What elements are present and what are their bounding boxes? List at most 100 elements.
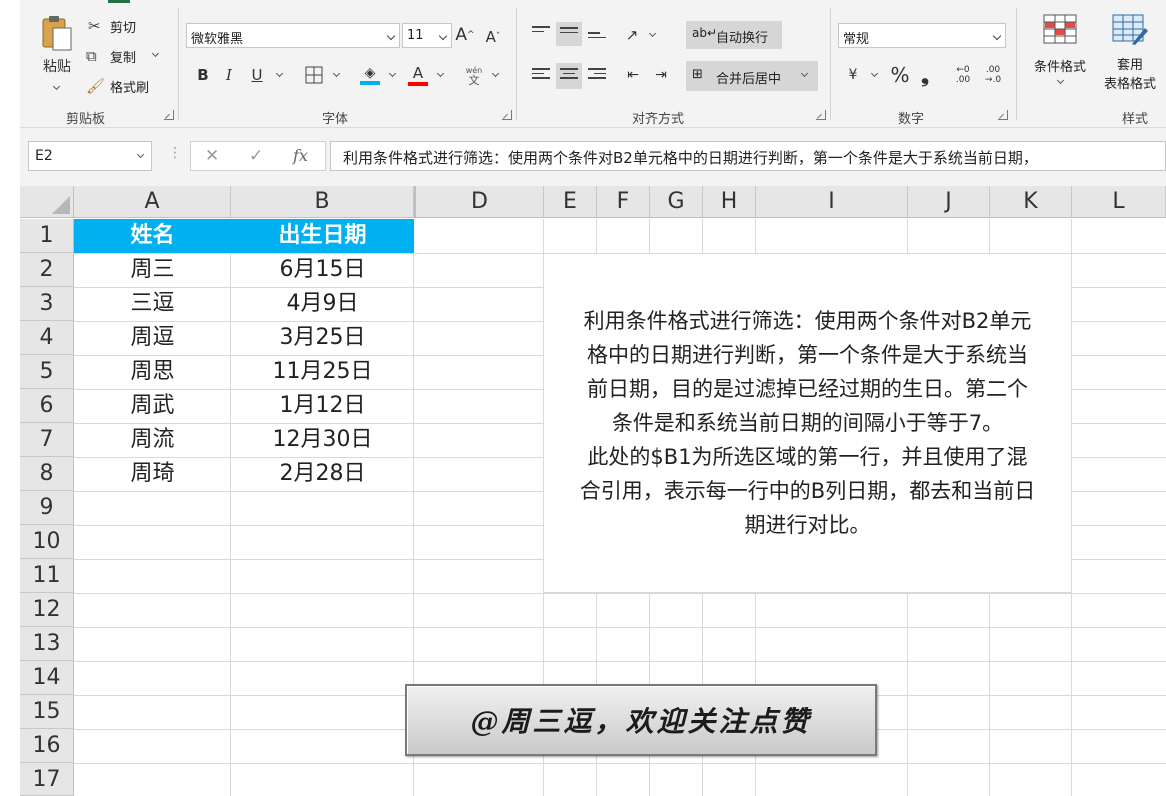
- row-header-16[interactable]: 16: [20, 729, 74, 763]
- decrease-indent-button[interactable]: ⇤: [622, 64, 644, 86]
- format-as-table-button[interactable]: 套用 表格格式: [1090, 14, 1166, 94]
- cell-B8[interactable]: 2月28日: [231, 457, 414, 491]
- font-color-dropdown-icon[interactable]: [436, 69, 445, 78]
- row-header-3[interactable]: 3: [20, 287, 74, 321]
- column-header-B[interactable]: B: [231, 186, 414, 218]
- row-header-17[interactable]: 17: [20, 763, 74, 796]
- copy-button[interactable]: ⧉ 复制: [86, 46, 160, 66]
- align-right-icon[interactable]: [588, 68, 606, 82]
- cell-A7[interactable]: 周流: [74, 423, 231, 457]
- cell-B2[interactable]: 6月15日: [231, 253, 414, 287]
- align-middle-icon[interactable]: [556, 22, 582, 46]
- row-header-11[interactable]: 11: [20, 559, 74, 593]
- column-header-I[interactable]: I: [756, 186, 908, 218]
- underline-dropdown-icon[interactable]: [275, 69, 284, 78]
- format-painter-button[interactable]: 🖌 格式刷: [86, 76, 149, 96]
- bold-button[interactable]: B: [192, 64, 214, 86]
- cell-B4[interactable]: 3月25日: [231, 321, 414, 355]
- font-color-button[interactable]: A: [406, 62, 430, 88]
- currency-button[interactable]: ¥: [840, 64, 866, 86]
- row-header-14[interactable]: 14: [20, 661, 74, 695]
- row-header-12[interactable]: 12: [20, 593, 74, 627]
- increase-indent-button[interactable]: ⇥: [650, 64, 672, 86]
- wrap-text-button[interactable]: ab↵ 自动换行: [686, 21, 782, 49]
- merge-dropdown-icon[interactable]: [800, 69, 809, 78]
- column-header-L[interactable]: L: [1072, 186, 1166, 218]
- grow-font-button[interactable]: A ^: [454, 24, 476, 46]
- font-name-select[interactable]: 微软雅黑: [186, 23, 400, 48]
- cell-B7[interactable]: 12月30日: [231, 423, 414, 457]
- phonetic-dropdown-icon[interactable]: [491, 69, 500, 78]
- formula-input[interactable]: 利用条件格式进行筛选：使用两个条件对B2单元格中的日期进行判断，第一个条件是大于…: [330, 141, 1166, 171]
- row-header-7[interactable]: 7: [20, 423, 74, 457]
- cell-A1[interactable]: 姓名: [74, 219, 231, 253]
- cell-B3[interactable]: 4月9日: [231, 287, 414, 321]
- comma-button[interactable]: ❟: [916, 62, 934, 88]
- fill-color-button[interactable]: ◈: [358, 62, 382, 88]
- number-launcher-icon[interactable]: [998, 110, 1008, 120]
- align-top-icon[interactable]: [532, 26, 550, 40]
- fx-icon[interactable]: fx: [293, 146, 308, 165]
- align-center-icon[interactable]: [556, 63, 582, 89]
- name-box[interactable]: E2: [28, 141, 152, 171]
- row-header-9[interactable]: 9: [20, 491, 74, 525]
- row-header-6[interactable]: 6: [20, 389, 74, 423]
- increase-decimal-button[interactable]: ←0 .00: [950, 62, 976, 88]
- number-format-select[interactable]: 常规: [838, 23, 1006, 48]
- column-header-E[interactable]: E: [544, 186, 597, 218]
- cell-A5[interactable]: 周思: [74, 355, 231, 389]
- shrink-font-button[interactable]: Aˇ: [482, 26, 504, 48]
- orientation-dropdown-icon[interactable]: [648, 29, 657, 38]
- border-dropdown-icon[interactable]: [332, 69, 341, 78]
- row-header-1[interactable]: 1: [20, 219, 74, 253]
- cell-B5[interactable]: 11月25日: [231, 355, 414, 389]
- conditional-format-button[interactable]: 条件格式: [1024, 14, 1096, 94]
- font-size-select[interactable]: 11: [402, 23, 452, 48]
- column-header-F[interactable]: F: [597, 186, 650, 218]
- column-header-A[interactable]: A: [74, 186, 231, 218]
- percent-button[interactable]: %: [888, 62, 912, 88]
- phonetic-button[interactable]: wén 文: [462, 64, 486, 88]
- column-header-K[interactable]: K: [990, 186, 1072, 218]
- cell-A4[interactable]: 周逗: [74, 321, 231, 355]
- currency-dropdown-icon[interactable]: [870, 69, 879, 78]
- watermark-banner[interactable]: @周三逗，欢迎关注点赞: [405, 684, 877, 756]
- decrease-decimal-button[interactable]: .00 →.0: [980, 62, 1006, 88]
- cell-A8[interactable]: 周琦: [74, 457, 231, 491]
- merge-center-button[interactable]: ⊞ 合并后居中: [686, 61, 818, 91]
- alignment-launcher-icon[interactable]: [816, 110, 826, 120]
- note-merged-cell[interactable]: 利用条件格式进行筛选：使用两个条件对B2单元 格中的日期进行判断，第一个条件是大…: [543, 253, 1072, 593]
- border-button[interactable]: [302, 64, 326, 86]
- row-header-2[interactable]: 2: [20, 253, 74, 287]
- clipboard-launcher-icon[interactable]: [164, 110, 174, 120]
- cancel-icon[interactable]: ✕: [205, 146, 219, 166]
- cut-button[interactable]: ✂ 剪切: [88, 16, 136, 36]
- row-header-13[interactable]: 13: [20, 627, 74, 661]
- row-header-4[interactable]: 4: [20, 321, 74, 355]
- cell-B1[interactable]: 出生日期: [231, 219, 414, 253]
- paste-dropdown-icon[interactable]: [52, 82, 61, 91]
- paste-button[interactable]: 粘贴: [34, 14, 80, 94]
- cell-A3[interactable]: 三逗: [74, 287, 231, 321]
- enter-icon[interactable]: ✓: [249, 146, 263, 166]
- column-header-D[interactable]: D: [414, 186, 544, 218]
- cell-A2[interactable]: 周三: [74, 253, 231, 287]
- italic-button[interactable]: I: [218, 64, 240, 86]
- cell-A6[interactable]: 周武: [74, 389, 231, 423]
- row-header-8[interactable]: 8: [20, 457, 74, 491]
- font-launcher-icon[interactable]: [502, 110, 512, 120]
- row-header-5[interactable]: 5: [20, 355, 74, 389]
- cell-B6[interactable]: 1月12日: [231, 389, 414, 423]
- row-header-15[interactable]: 15: [20, 695, 74, 729]
- underline-button[interactable]: U: [246, 64, 268, 86]
- row-header-10[interactable]: 10: [20, 525, 74, 559]
- copy-dropdown-icon[interactable]: [151, 49, 160, 58]
- column-header-G[interactable]: G: [650, 186, 703, 218]
- align-left-icon[interactable]: [532, 68, 550, 82]
- fill-color-dropdown-icon[interactable]: [388, 69, 397, 78]
- align-bottom-icon[interactable]: [588, 32, 606, 46]
- column-header-H[interactable]: H: [703, 186, 756, 218]
- orientation-button[interactable]: ↗: [620, 24, 644, 46]
- column-header-J[interactable]: J: [908, 186, 990, 218]
- select-all-button[interactable]: [20, 186, 74, 218]
